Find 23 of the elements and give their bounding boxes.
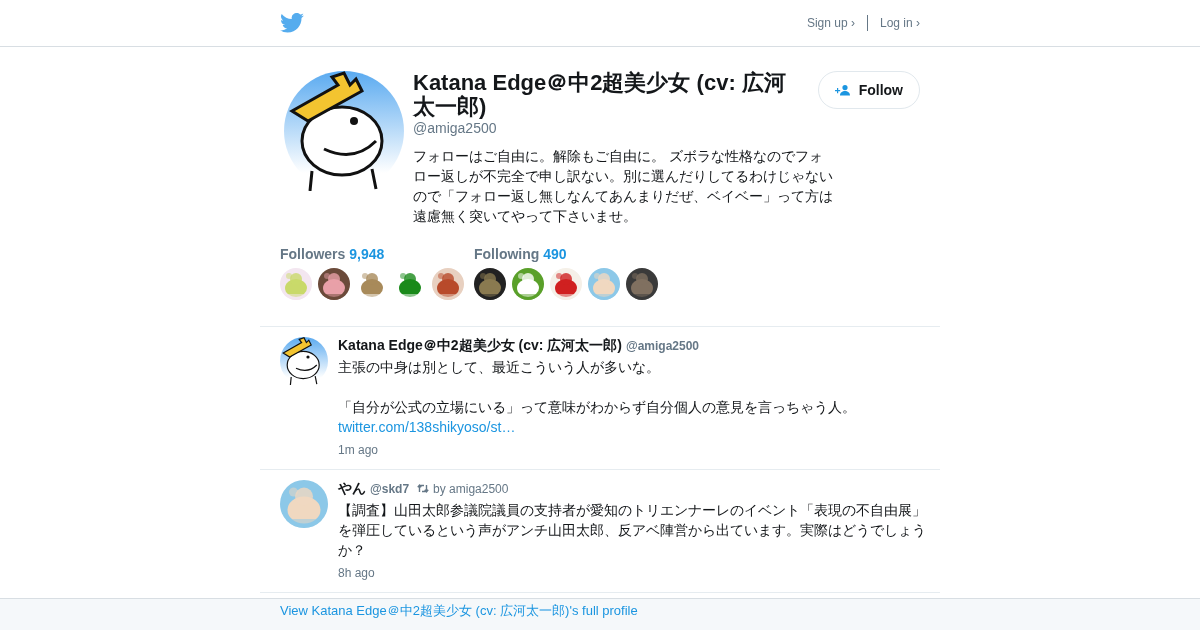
retweet-icon	[417, 484, 430, 493]
tweet-text: 【調査】山田太郎参議院議員の支持者が愛知のトリエンナーレのイベント「表現の不自由展」を弾圧しているという声がアンチ山田太郎、反アベ陣営から出ています。実際はどうでしょうか？	[338, 501, 926, 560]
profile-handle: @amiga2500	[413, 120, 498, 136]
profile-bio: フォローはご自由に。解除もご自由に。 ズボラな性格なのでフォロー返しが不完全で申し訳ない。別に選んだりしてるわけじゃないので「フォロー返し無しなんてあんまりだぜ、ベイベー」って方は遠慮無く突いてやって下さいませ。	[413, 147, 834, 226]
tweet-author-name: やん	[338, 480, 366, 498]
full-profile-link[interactable]: View Katana Edge＠中2超美少女 (cv: 広河太一郎)'s full profile	[280, 603, 638, 618]
tweet-text: 「自分が公式の立場にいる」って意味がわからず自分個人の意見を言っちゃう人。	[338, 398, 857, 417]
tweet-time[interactable]: 1m ago	[338, 443, 379, 457]
tweet-time[interactable]: 8h ago	[338, 566, 375, 580]
tweet-text: 主張の中身は別として、最近こういう人が多いな。	[338, 358, 661, 377]
follow-button[interactable]: Follow	[817, 71, 920, 109]
add-person-icon	[834, 84, 851, 96]
profile-name: Katana Edge＠中2超美少女 (cv: 広河太一郎)	[413, 71, 787, 119]
tweet-author-name: Katana Edge＠中2超美少女 (cv: 広河太一郎)	[338, 337, 622, 355]
log-in-link[interactable]: Log in ›	[879, 16, 920, 30]
tweet-link[interactable]: twitter.com/138shikyoso/st…	[338, 417, 516, 437]
stat-label[interactable]: Following 490	[474, 246, 658, 262]
tweet-author-handle: @amiga2500	[625, 339, 699, 353]
retweet-info: by amiga2500	[417, 481, 509, 496]
sign-up-link[interactable]: Sign up ›	[806, 16, 855, 30]
stat-label[interactable]: Followers 9,948	[280, 246, 474, 262]
tweet-author-handle: @skd7	[370, 482, 410, 496]
bird-icon[interactable]	[280, 13, 304, 33]
